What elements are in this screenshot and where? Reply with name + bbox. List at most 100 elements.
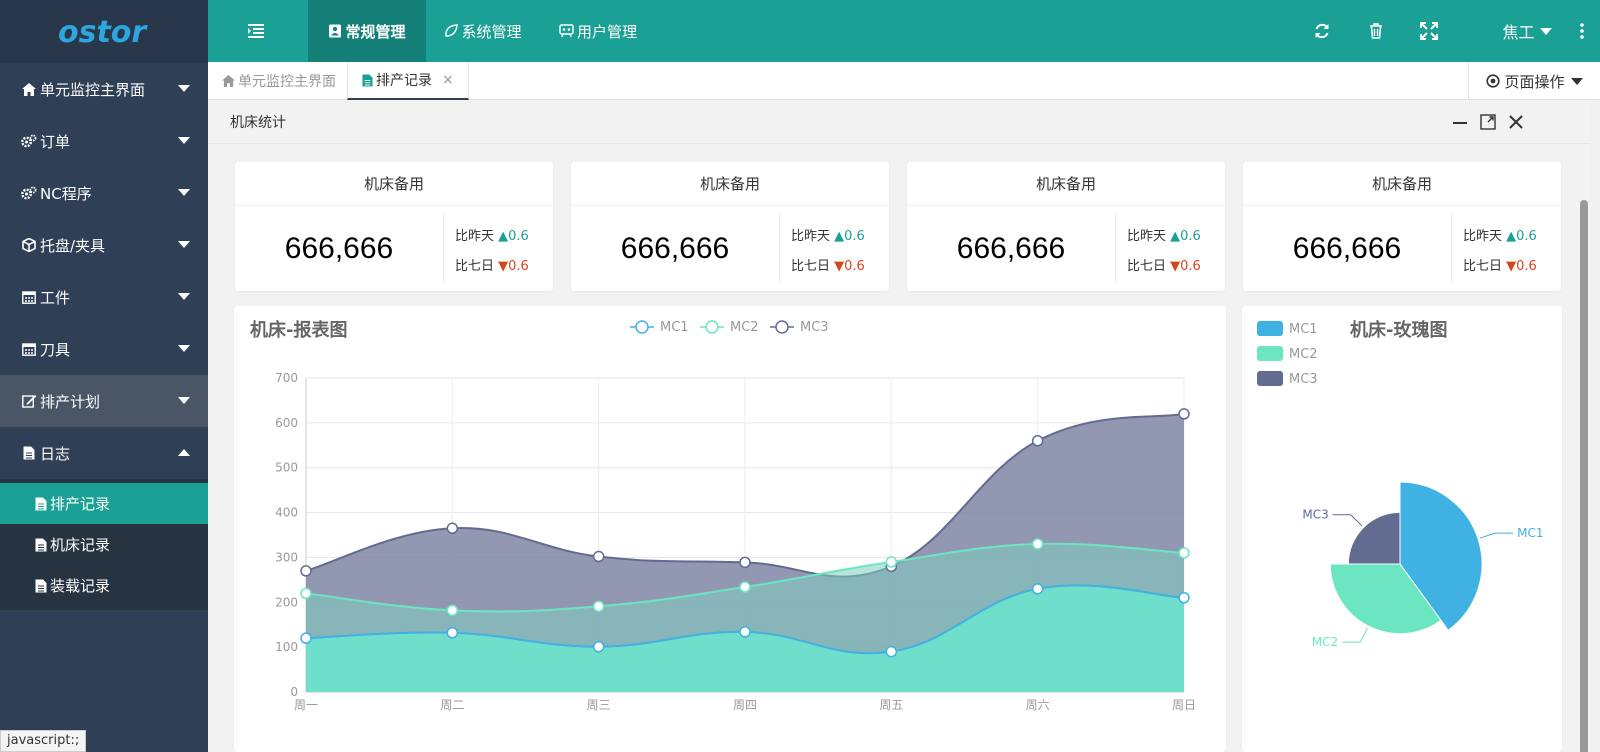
stat-title: 机床备用 <box>235 162 553 206</box>
sidebar-item-tools[interactable]: 刀具 <box>0 323 208 375</box>
panel-title: 机床统计 <box>230 114 286 131</box>
file-icon <box>362 74 373 87</box>
legend-label: MC2 <box>1289 347 1318 362</box>
legend-label: MC2 <box>730 320 759 335</box>
top-menu-system[interactable]: 系统管理 <box>426 0 540 62</box>
sidebar-subitem-loading-records[interactable]: 装载记录 <box>0 565 208 606</box>
page-operations-dropdown[interactable]: 页面操作 <box>1468 62 1600 100</box>
caret-down-icon <box>178 241 190 248</box>
stat-card: 机床备用 666,666 比昨天 ▲0.6 比七日 ▼0.6 <box>1243 162 1561 291</box>
close-icon[interactable]: × <box>442 72 454 88</box>
address-card-icon <box>328 24 342 38</box>
file-icon <box>20 446 38 460</box>
sidebar-item-logs[interactable]: 日志 <box>0 427 208 479</box>
compare-label: 比七日 <box>455 259 495 274</box>
sidebar-toggle-button[interactable] <box>228 0 284 62</box>
x-tick-label: 周五 <box>879 698 903 712</box>
compare-value: 0.6 <box>508 259 529 274</box>
trend-up-icon: ▲ <box>498 229 509 244</box>
maximize-icon[interactable] <box>1480 114 1496 130</box>
sidebar-item-pallet-fixture[interactable]: 托盘/夹具 <box>0 219 208 271</box>
legend-label: MC1 <box>1289 322 1318 337</box>
cogs-icon <box>20 134 38 148</box>
data-point <box>1031 435 1044 447</box>
top-menu-users[interactable]: 用户管理 <box>540 0 656 62</box>
stat-value: 666,666 <box>620 231 730 265</box>
logo-text: ostor <box>58 17 148 47</box>
stat-title: 机床备用 <box>907 162 1225 206</box>
slice-label: MC2 <box>1312 635 1338 649</box>
user-menu[interactable]: 焦工 <box>1498 0 1556 62</box>
sidebar: ostor 单元监控主界面 订单 NC程序 托盘/夹具 工件 刀具 排产计划 日… <box>0 0 208 752</box>
x-tick-label: 周三 <box>587 698 611 712</box>
stat-compare-yesterday: 比昨天 ▲0.6 <box>455 225 529 244</box>
sidebar-item-label: 订单 <box>40 132 71 151</box>
sidebar-subitem-machine-records[interactable]: 机床记录 <box>0 524 208 565</box>
compare-value: 0.6 <box>844 259 865 274</box>
fullscreen-icon[interactable] <box>1420 22 1438 40</box>
caret-down-icon <box>178 85 190 92</box>
compare-label: 比昨天 <box>1127 229 1167 244</box>
stat-divider <box>443 214 444 284</box>
sidebar-subitem-schedule-records[interactable]: 排产记录 <box>0 483 208 524</box>
label-line <box>1332 514 1363 527</box>
sidebar-item-scheduling[interactable]: 排产计划 <box>0 375 208 427</box>
sidebar-item-label: 托盘/夹具 <box>40 236 106 255</box>
sidebar-item-nc-program[interactable]: NC程序 <box>0 167 208 219</box>
sidebar-subitem-label: 排产记录 <box>50 495 111 513</box>
compare-label: 比昨天 <box>1463 229 1503 244</box>
stat-value: 666,666 <box>1292 231 1402 265</box>
y-tick-label: 100 <box>275 640 298 654</box>
caret-down-icon <box>178 293 190 300</box>
tab-schedule-records[interactable]: 排产记录 × <box>347 62 469 100</box>
trend-up-icon: ▲ <box>1506 229 1517 244</box>
y-tick-label: 300 <box>275 550 298 564</box>
sidebar-item-workpiece[interactable]: 工件 <box>0 271 208 323</box>
file-icon <box>35 497 47 511</box>
top-navbar: 常规管理 系统管理 用户管理 焦工 <box>208 0 1600 62</box>
sidebar-item-orders[interactable]: 订单 <box>0 115 208 167</box>
tab-unit-monitor[interactable]: 单元监控主界面 <box>208 62 350 100</box>
logo[interactable]: ostor <box>0 0 208 63</box>
stat-compare-week: 比七日 ▼0.6 <box>455 255 529 274</box>
data-point <box>300 587 312 600</box>
scrollbar[interactable] <box>1580 200 1588 752</box>
chart-card-report: 机床-报表图 0 100 200 300 400 500 600 700 周一 周二 周三 周四 周五 周六… <box>234 306 1226 752</box>
data-point <box>1031 583 1044 595</box>
label-line <box>1479 532 1514 539</box>
caret-down-icon <box>178 397 190 404</box>
top-menu-general[interactable]: 常规管理 <box>308 0 426 62</box>
trend-down-icon: ▼ <box>1506 259 1517 274</box>
compare-label: 比七日 <box>1463 259 1503 274</box>
legend-marker <box>635 320 649 334</box>
stat-divider <box>779 214 780 284</box>
rose-chart: 机床-玫瑰图 MC1 MC2 MC3 MC1 MC2 MC3 <box>1257 319 1543 649</box>
y-tick-label: 500 <box>275 461 298 475</box>
data-point <box>592 550 605 563</box>
x-tick-label: 周日 <box>1172 698 1196 712</box>
sidebar-item-label: 工件 <box>40 288 71 307</box>
stat-card: 机床备用 666,666 比昨天 ▲0.6 比七日 ▼0.6 <box>907 162 1225 291</box>
legend-label: MC3 <box>800 320 829 335</box>
trend-up-icon: ▲ <box>834 229 845 244</box>
close-icon[interactable] <box>1508 114 1524 130</box>
leaf-icon <box>444 24 459 38</box>
sidebar-item-unit-monitor[interactable]: 单元监控主界面 <box>0 63 208 115</box>
compare-value: 0.6 <box>508 229 529 244</box>
trend-down-icon: ▼ <box>1170 259 1181 274</box>
compare-label: 比昨天 <box>455 229 495 244</box>
cube-icon <box>20 238 38 252</box>
legend-label: MC1 <box>660 320 689 335</box>
tab-bar: 单元监控主界面 排产记录 × 页面操作 <box>208 62 1600 100</box>
page-operations-label: 页面操作 <box>1504 72 1565 91</box>
trash-icon[interactable] <box>1367 22 1385 40</box>
refresh-icon[interactable] <box>1313 22 1331 40</box>
data-point <box>592 640 605 653</box>
more-vertical-icon[interactable] <box>1578 22 1586 40</box>
minimize-icon[interactable] <box>1452 114 1468 130</box>
data-point <box>592 600 605 613</box>
edit-icon <box>20 394 38 408</box>
data-point <box>1178 547 1190 559</box>
tab-label: 排产记录 <box>376 73 432 89</box>
compare-value: 0.6 <box>1180 259 1201 274</box>
